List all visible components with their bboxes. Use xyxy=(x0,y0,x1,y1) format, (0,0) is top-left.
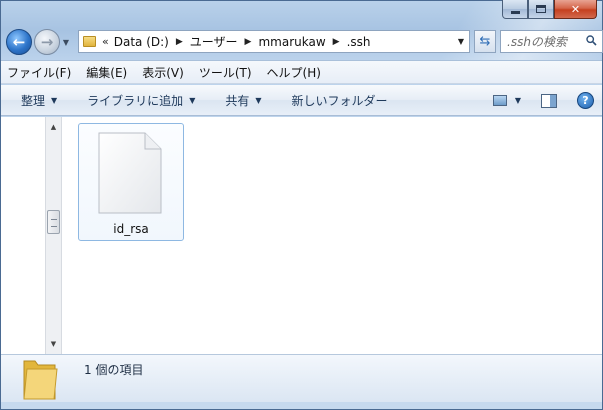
chevron-down-icon[interactable]: ▼ xyxy=(515,96,521,105)
arrow-left-icon: ← xyxy=(12,33,26,51)
navigation-pane[interactable] xyxy=(1,117,46,354)
close-icon: ✕ xyxy=(570,2,581,16)
forward-button[interactable]: → xyxy=(34,29,60,55)
breadcrumb-separator-icon[interactable]: ▶ xyxy=(176,37,183,47)
breadcrumb-separator-icon[interactable]: ▶ xyxy=(333,37,340,47)
close-button[interactable]: ✕ xyxy=(554,0,597,19)
organize-button[interactable]: 整理 ▼ xyxy=(21,92,57,109)
arrow-right-icon: → xyxy=(40,33,54,51)
command-bar: 整理 ▼ ライブラリに追加 ▼ 共有 ▼ 新しいフォルダー ▼ ? xyxy=(1,85,602,116)
new-folder-button[interactable]: 新しいフォルダー xyxy=(292,92,388,109)
back-button[interactable]: ← xyxy=(6,29,32,55)
menu-bar: ファイル(F) 編集(E) 表示(V) ツール(T) ヘルプ(H) xyxy=(1,60,602,84)
folder-icon xyxy=(83,36,96,47)
scroll-down-icon[interactable]: ▼ xyxy=(46,336,61,352)
search-placeholder: .sshの検索 xyxy=(507,35,567,49)
minimize-icon xyxy=(510,10,520,14)
breadcrumb-users[interactable]: ユーザー xyxy=(190,33,238,50)
breadcrumb-ssh[interactable]: .ssh xyxy=(347,35,371,49)
recent-pages-dropdown[interactable]: ▼ xyxy=(60,38,72,47)
menu-file[interactable]: ファイル(F) xyxy=(7,64,71,81)
breadcrumb-drive[interactable]: Data (D:) xyxy=(114,35,169,49)
content-area: ▲ ▼ id_rsa xyxy=(1,117,602,354)
scrollbar-thumb[interactable] xyxy=(47,210,60,234)
new-folder-label: 新しいフォルダー xyxy=(291,93,388,108)
navigation-pane-scrollbar[interactable]: ▲ ▼ xyxy=(45,117,62,354)
breadcrumb-overflow[interactable]: « xyxy=(102,35,109,48)
share-button[interactable]: 共有 ▼ xyxy=(225,92,261,109)
file-name: id_rsa xyxy=(113,222,149,236)
file-item[interactable]: id_rsa xyxy=(78,123,184,241)
folder-icon xyxy=(23,360,58,400)
add-to-library-button[interactable]: ライブラリに追加 ▼ xyxy=(87,92,195,109)
view-icon[interactable] xyxy=(492,95,507,106)
menu-tools[interactable]: ツール(T) xyxy=(199,64,252,81)
chevron-down-icon: ▼ xyxy=(255,95,262,105)
address-dropdown[interactable]: ▼ xyxy=(453,31,469,52)
address-bar[interactable]: « Data (D:) ▶ ユーザー ▶ mmarukaw ▶ .ssh ▼ xyxy=(78,30,470,53)
command-bar-right: ▼ ? xyxy=(492,85,602,116)
share-label: 共有 xyxy=(225,93,250,108)
details-pane: 1 個の項目 xyxy=(1,354,602,402)
menu-help[interactable]: ヘルプ(H) xyxy=(267,64,321,81)
breadcrumb-separator-icon[interactable]: ▶ xyxy=(245,37,252,47)
preview-pane-icon[interactable] xyxy=(541,93,557,108)
document-icon xyxy=(98,132,162,214)
item-count: 1 個の項目 xyxy=(84,363,144,377)
chevron-down-icon: ▼ xyxy=(51,95,58,105)
scroll-up-icon[interactable]: ▲ xyxy=(46,119,61,135)
navigation-bar: ← → ▼ « Data (D:) ▶ ユーザー ▶ mmarukaw ▶ .s… xyxy=(6,26,603,58)
maximize-icon xyxy=(536,5,546,13)
refresh-button[interactable]: ⇆ xyxy=(474,30,496,53)
help-icon[interactable]: ? xyxy=(577,92,594,109)
chevron-down-icon: ▼ xyxy=(189,95,196,105)
search-icon xyxy=(586,35,597,46)
menu-view[interactable]: 表示(V) xyxy=(142,64,184,81)
search-input[interactable]: .sshの検索 xyxy=(500,30,603,53)
add-to-library-label: ライブラリに追加 xyxy=(87,93,184,108)
caption-buttons: ✕ xyxy=(502,0,597,19)
refresh-icon: ⇆ xyxy=(479,34,491,49)
menu-edit[interactable]: 編集(E) xyxy=(86,64,127,81)
maximize-button[interactable] xyxy=(528,0,554,19)
minimize-button[interactable] xyxy=(502,0,528,19)
organize-label: 整理 xyxy=(21,93,46,108)
breadcrumb-user[interactable]: mmarukaw xyxy=(258,35,325,49)
